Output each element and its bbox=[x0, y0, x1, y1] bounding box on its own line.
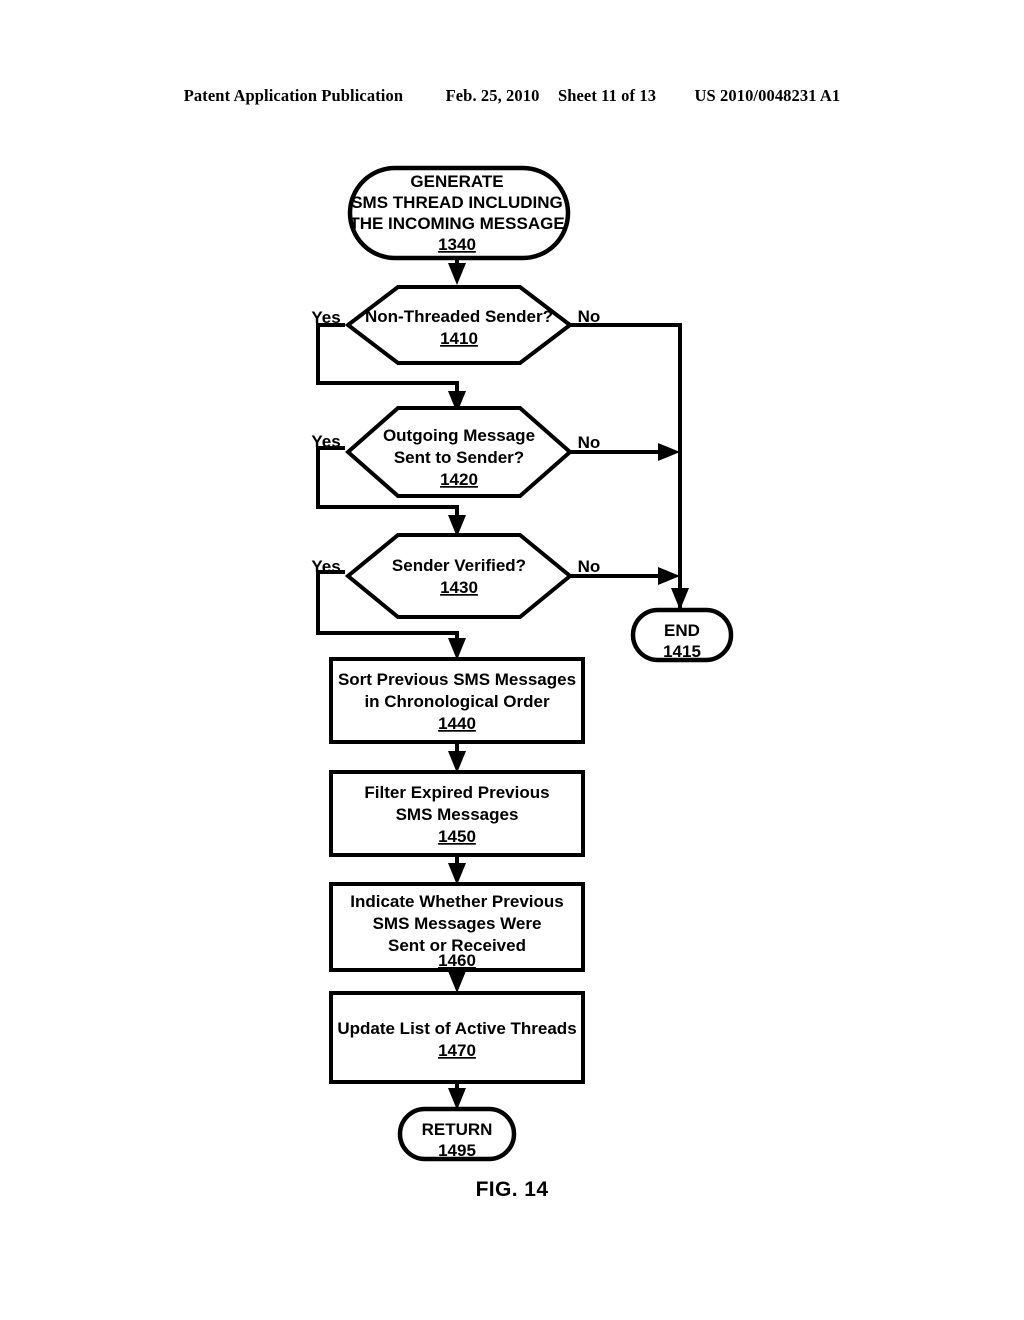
header-publication-date: Feb. 25, 2010 bbox=[445, 86, 540, 105]
node-1410-no-label: No bbox=[578, 307, 601, 326]
figure-caption: FIG. 14 bbox=[475, 1178, 549, 1201]
node-return-terminator-1495[interactable]: RETURN 1495 bbox=[397, 1106, 517, 1162]
node-1460-line-2: SMS Messages Were bbox=[373, 914, 542, 933]
node-sender-verified-decision-1430[interactable]: Sender Verified? 1430 Yes No bbox=[311, 533, 601, 619]
node-1460-ref: 1460 bbox=[438, 951, 476, 970]
node-1415-ref: 1415 bbox=[663, 642, 701, 661]
node-1470-line-1: Update List of Active Threads bbox=[337, 1019, 576, 1038]
node-1410-yes-label: Yes bbox=[311, 308, 340, 327]
node-1420-line-1: Outgoing Message bbox=[383, 426, 535, 445]
node-1430-yes-label: Yes bbox=[311, 557, 340, 576]
node-1440-line-2: in Chronological Order bbox=[364, 692, 550, 711]
header-sheet-number: Sheet 11 of 13 bbox=[557, 86, 657, 105]
node-1495-line-1: RETURN bbox=[422, 1120, 493, 1139]
edge-1340-to-1410 bbox=[448, 258, 466, 285]
node-1420-yes-label: Yes bbox=[311, 432, 340, 451]
node-1415-line-1: END bbox=[664, 621, 700, 640]
edge-1450-to-1460 bbox=[448, 855, 466, 885]
node-1450-ref: 1450 bbox=[438, 827, 476, 846]
header-publication-title: Patent Application Publication bbox=[183, 86, 404, 105]
node-1495-ref: 1495 bbox=[438, 1141, 476, 1160]
page-header: Patent Application Publication Feb. 25, … bbox=[0, 86, 1024, 106]
node-indicate-sent-or-received-1460[interactable]: Indicate Whether Previous SMS Messages W… bbox=[329, 882, 585, 972]
node-1450-line-2: SMS Messages bbox=[396, 805, 519, 824]
node-sort-previous-messages-1440[interactable]: Sort Previous SMS Messages in Chronologi… bbox=[329, 657, 585, 744]
node-filter-expired-messages-1450[interactable]: Filter Expired Previous SMS Messages 145… bbox=[329, 770, 585, 857]
node-non-threaded-sender-decision-1410[interactable]: Non-Threaded Sender? 1410 Yes No bbox=[311, 285, 601, 365]
node-1340-line-3: THE INCOMING MESSAGE bbox=[349, 214, 564, 233]
node-1470-ref: 1470 bbox=[438, 1041, 476, 1060]
node-1440-ref: 1440 bbox=[438, 714, 476, 733]
node-end-terminator-1415[interactable]: END 1415 bbox=[630, 607, 734, 663]
edge-1440-to-1450 bbox=[448, 742, 466, 773]
edge-1460-to-1470 bbox=[448, 970, 466, 993]
node-1420-no-label: No bbox=[578, 433, 601, 452]
figure-14-flowchart: GENERATE SMS THREAD INCLUDING THE INCOMI… bbox=[0, 150, 1024, 1230]
node-1340-line-1: GENERATE bbox=[410, 172, 503, 191]
node-generate-sms-thread-1340[interactable]: GENERATE SMS THREAD INCLUDING THE INCOMI… bbox=[347, 165, 571, 261]
node-1450-line-1: Filter Expired Previous bbox=[364, 783, 549, 802]
node-update-active-threads-1470[interactable]: Update List of Active Threads 1470 bbox=[329, 991, 585, 1084]
node-1410-ref: 1410 bbox=[440, 329, 478, 348]
node-1430-ref: 1430 bbox=[440, 578, 478, 597]
node-1420-line-2: Sent to Sender? bbox=[394, 448, 524, 467]
node-1460-line-1: Indicate Whether Previous bbox=[350, 892, 564, 911]
node-1430-line-1: Sender Verified? bbox=[392, 556, 526, 575]
node-1440-line-1: Sort Previous SMS Messages bbox=[338, 670, 576, 689]
node-1420-ref: 1420 bbox=[440, 470, 478, 489]
node-1340-ref: 1340 bbox=[438, 235, 476, 254]
node-outgoing-message-sent-decision-1420[interactable]: Outgoing Message Sent to Sender? 1420 Ye… bbox=[311, 406, 601, 498]
edge-1470-to-1495 bbox=[448, 1082, 466, 1110]
node-1410-line-1: Non-Threaded Sender? bbox=[365, 307, 553, 326]
patent-page: Patent Application Publication Feb. 25, … bbox=[0, 0, 1024, 1320]
node-1340-line-2: SMS THREAD INCLUDING bbox=[351, 193, 563, 212]
header-patent-number: US 2010/0048231 A1 bbox=[694, 86, 841, 105]
node-1430-no-label: No bbox=[578, 557, 601, 576]
edge-bus-to-end bbox=[671, 576, 689, 610]
